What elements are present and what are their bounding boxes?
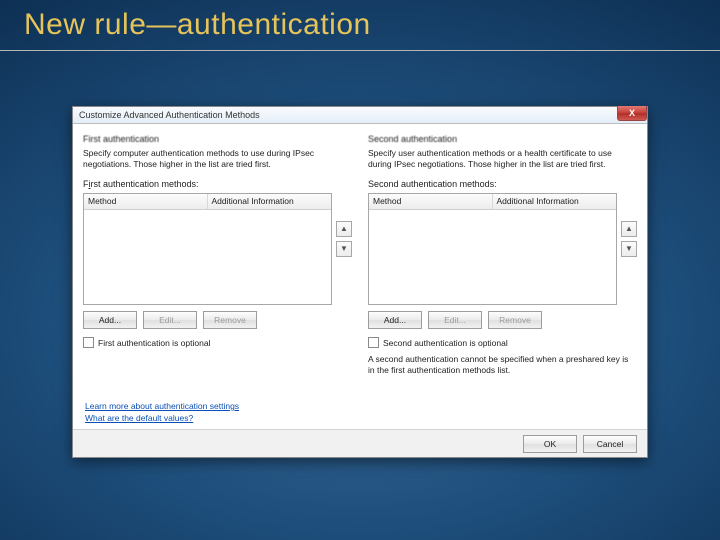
first-auth-list-label: First authentication methods:	[83, 179, 352, 189]
second-add-button[interactable]: Add...	[368, 311, 422, 329]
second-auth-col-addl[interactable]: Additional Information	[493, 194, 617, 209]
second-auth-col-method[interactable]: Method	[369, 194, 493, 209]
first-add-button[interactable]: Add...	[83, 311, 137, 329]
second-auth-column: Second authentication Specify user authe…	[368, 134, 637, 424]
second-auth-reorder: ▲ ▼	[621, 193, 637, 305]
learn-more-link[interactable]: Learn more about authentication settings	[85, 401, 239, 411]
second-auth-optional-label: Second authentication is optional	[383, 338, 508, 348]
first-auth-optional-row: First authentication is optional	[83, 337, 352, 348]
down-arrow-icon: ▼	[625, 244, 633, 253]
titlebar: Customize Advanced Authentication Method…	[73, 107, 647, 124]
first-auth-column: First authentication Specify computer au…	[83, 134, 352, 424]
auth-dialog: Customize Advanced Authentication Method…	[72, 106, 648, 458]
first-auth-list-header: Method Additional Information	[84, 194, 331, 210]
first-auth-heading: First authentication	[83, 134, 352, 144]
slide-title: New rule—authentication	[24, 8, 371, 42]
first-auth-col-addl[interactable]: Additional Information	[208, 194, 332, 209]
first-auth-desc: Specify computer authentication methods …	[83, 148, 352, 169]
help-links: Learn more about authentication settings…	[85, 401, 239, 423]
second-auth-desc: Specify user authentication methods or a…	[368, 148, 637, 169]
ok-button[interactable]: OK	[523, 435, 577, 453]
up-arrow-icon: ▲	[340, 224, 348, 233]
first-edit-button[interactable]: Edit...	[143, 311, 197, 329]
first-auth-optional-label: First authentication is optional	[98, 338, 210, 348]
second-auth-buttons: Add... Edit... Remove	[368, 311, 637, 329]
second-auth-list-label: Second authentication methods:	[368, 179, 637, 189]
first-auth-col-method[interactable]: Method	[84, 194, 208, 209]
down-arrow-icon: ▼	[340, 244, 348, 253]
second-auth-optional-row: Second authentication is optional	[368, 337, 637, 348]
second-auth-heading: Second authentication	[368, 134, 637, 144]
title-underline	[0, 50, 720, 51]
close-icon: X	[629, 108, 635, 118]
move-up-button-2[interactable]: ▲	[621, 221, 637, 237]
close-button[interactable]: X	[617, 106, 647, 121]
first-auth-optional-checkbox[interactable]	[83, 337, 94, 348]
first-remove-button[interactable]: Remove	[203, 311, 257, 329]
first-auth-reorder: ▲ ▼	[336, 193, 352, 305]
second-edit-button[interactable]: Edit...	[428, 311, 482, 329]
second-auth-list-wrap: Method Additional Information ▲ ▼	[368, 193, 637, 305]
second-remove-button[interactable]: Remove	[488, 311, 542, 329]
first-auth-buttons: Add... Edit... Remove	[83, 311, 352, 329]
move-down-button-2[interactable]: ▼	[621, 241, 637, 257]
second-auth-optional-checkbox[interactable]	[368, 337, 379, 348]
move-down-button[interactable]: ▼	[336, 241, 352, 257]
default-values-link[interactable]: What are the default values?	[85, 413, 239, 423]
dialog-body: First authentication Specify computer au…	[73, 124, 647, 424]
second-auth-note: A second authentication cannot be specif…	[368, 354, 637, 375]
cancel-button[interactable]: Cancel	[583, 435, 637, 453]
second-auth-listbox[interactable]: Method Additional Information	[368, 193, 617, 305]
dialog-footer: OK Cancel	[73, 429, 647, 457]
second-auth-list-header: Method Additional Information	[369, 194, 616, 210]
move-up-button[interactable]: ▲	[336, 221, 352, 237]
first-auth-list-wrap: Method Additional Information ▲ ▼	[83, 193, 352, 305]
dialog-title: Customize Advanced Authentication Method…	[79, 110, 260, 120]
first-auth-listbox[interactable]: Method Additional Information	[83, 193, 332, 305]
up-arrow-icon: ▲	[625, 224, 633, 233]
